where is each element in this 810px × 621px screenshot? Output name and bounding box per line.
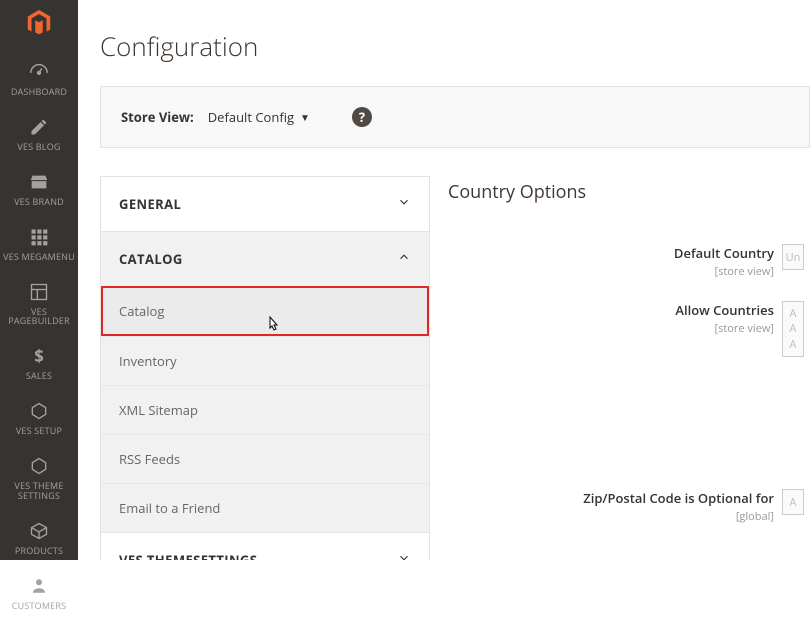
allow-countries-multiselect[interactable]: AAA [782,301,804,357]
field-scope: [store view] [715,264,774,279]
nav-label: VES BLOG [17,142,60,152]
config-section-ves-themesettings: VES THEMESETTINGS [101,533,429,560]
nav-label: DASHBOARD [11,87,67,97]
hex-icon [27,399,51,423]
section-head-catalog[interactable]: CATALOG [101,232,429,286]
sidebar-item-ves-theme-settings[interactable]: VES THEME SETTINGS [0,446,78,511]
hex-icon [27,454,51,478]
config-section-catalog: CATALOG Catalog Inventory XML Sitemap RS… [101,232,429,533]
cube-icon [27,519,51,543]
field-allow-countries: Allow Countries [store view] AAA [448,301,810,357]
nav-label: CUSTOMERS [12,601,67,611]
page-title: Configuration [100,28,810,64]
dollar-icon: $ [27,344,51,368]
chevron-down-icon [397,195,411,213]
grid-icon [27,225,51,249]
zip-optional-select[interactable]: A [782,489,804,515]
sidebar-item-dashboard[interactable]: DASHBOARD [0,52,78,107]
nav-label: PRODUCTS [15,546,63,556]
field-label: Default Country [674,244,774,262]
section-head-general[interactable]: GENERAL [101,177,429,231]
chevron-down-icon [397,551,411,560]
field-label: Zip/Postal Code is Optional for [583,489,774,507]
help-icon[interactable]: ? [352,107,372,127]
nav-label: VES PAGEBUILDER [0,307,78,327]
field-scope: [store view] [715,321,774,336]
store-view-label: Store View: [121,108,194,126]
section-label: CATALOG [119,250,183,268]
section-head-ves-themesettings[interactable]: VES THEMESETTINGS [101,533,429,560]
field-label: Allow Countries [675,301,774,319]
subitem-rss-feeds[interactable]: RSS Feeds [101,434,429,483]
nav-label: VES SETUP [16,426,62,436]
store-view-selector[interactable]: Default Config ▼ [208,108,310,126]
subitem-label: RSS Feeds [119,450,180,468]
subitem-inventory[interactable]: Inventory [101,336,429,385]
magento-logo-icon[interactable] [23,8,55,38]
nav-label: VES BRAND [14,197,64,207]
field-zip-optional: Zip/Postal Code is Optional for [global]… [448,489,810,524]
nav-label: SALES [26,371,52,381]
field-scope: [global] [736,509,774,524]
sidebar-item-ves-brand[interactable]: VES BRAND [0,162,78,217]
store-view-value: Default Config [208,108,294,126]
dashboard-icon [27,60,51,84]
sidebar-item-ves-blog[interactable]: VES BLOG [0,107,78,162]
section-label: GENERAL [119,195,181,213]
config-form: Country Options Default Country [store v… [448,176,810,560]
sidebar-item-products[interactable]: PRODUCTS [0,511,78,566]
pointer-cursor-icon [265,316,281,336]
nav-label: VES MEGAMENU [3,252,75,262]
subitem-label: Inventory [119,352,177,370]
subitem-email-to-friend[interactable]: Email to a Friend [101,483,429,532]
chevron-up-icon [397,250,411,268]
subitem-label: XML Sitemap [119,401,198,419]
sidebar-item-sales[interactable]: $ SALES [0,336,78,391]
caret-down-icon: ▼ [300,110,310,124]
subitem-label: Email to a Friend [119,499,220,517]
admin-sidebar: DASHBOARD VES BLOG VES BRAND VES MEGAMEN… [0,0,78,560]
catalog-subitems: Catalog Inventory XML Sitemap RSS Feeds … [101,286,429,532]
subitem-label: Catalog [119,302,164,320]
svg-text:$: $ [34,346,44,366]
sidebar-item-ves-pagebuilder[interactable]: VES PAGEBUILDER [0,272,78,337]
field-default-country: Default Country [store view] Un [448,244,810,279]
store-icon [27,170,51,194]
section-label: VES THEMESETTINGS [119,551,257,560]
store-view-bar: Store View: Default Config ▼ ? [100,86,810,148]
layout-icon [27,280,51,304]
sidebar-item-ves-setup[interactable]: VES SETUP [0,391,78,446]
sidebar-item-ves-megamenu[interactable]: VES MEGAMENU [0,217,78,272]
person-icon [27,574,51,598]
section-heading: Country Options [448,180,810,204]
subitem-xml-sitemap[interactable]: XML Sitemap [101,385,429,434]
default-country-select[interactable]: Un [782,244,804,270]
sidebar-item-customers[interactable]: CUSTOMERS [0,566,78,621]
pencil-icon [27,115,51,139]
main-content: Configuration Store View: Default Config… [78,0,810,560]
nav-label: VES THEME SETTINGS [0,481,78,501]
config-nav: GENERAL CATALOG Catalog Inventory XML Si… [100,176,430,560]
subitem-catalog[interactable]: Catalog [101,286,429,336]
config-section-general: GENERAL [101,177,429,232]
